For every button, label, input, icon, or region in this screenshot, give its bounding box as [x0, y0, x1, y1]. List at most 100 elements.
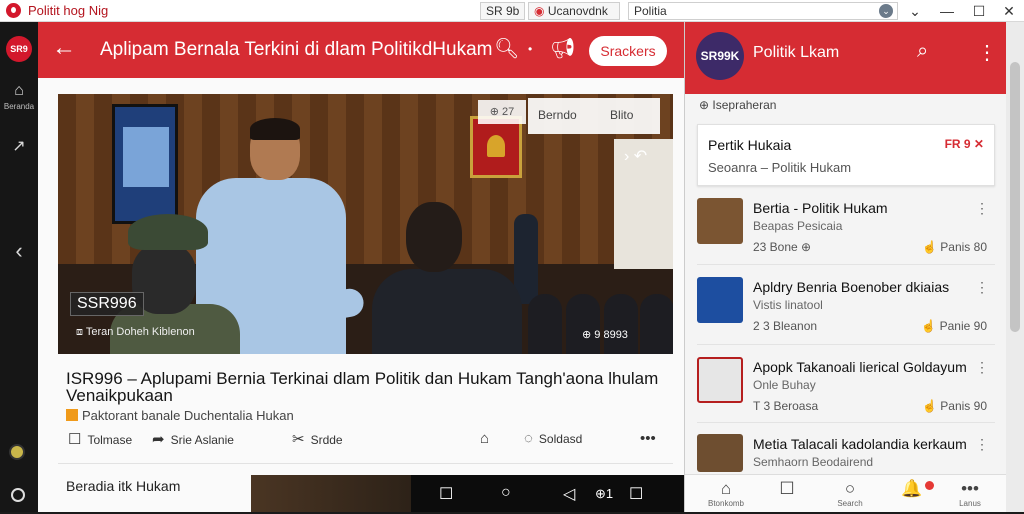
item-thumbnail — [697, 277, 743, 323]
main-content: ⊕ 27 Berndo Blito › ↶ SSR996 ⧈ Teran Doh… — [38, 78, 684, 512]
notification-badge — [925, 481, 934, 490]
video-overlay-menu[interactable]: Berndo Blito — [528, 98, 660, 134]
list-divider — [697, 344, 995, 345]
back-arrow-icon[interactable]: ← — [52, 34, 76, 62]
circle-icon[interactable] — [11, 488, 25, 502]
right-panel: SR99K Politik Lkam ⌕ ⋮ ⊕ Isepraheran Per… — [684, 22, 1007, 512]
comment-button[interactable]: ◌ Soldasd — [524, 430, 582, 447]
item-source: Semhaorn Beodairend — [753, 455, 874, 469]
video-caption: ⧈ Teran Doheh Kiblenon — [76, 326, 195, 339]
left-rail: SR9 ⌂ Beranda ↗ ‹ — [0, 22, 38, 512]
overlay-option-b[interactable]: Blito — [610, 108, 633, 122]
list-divider — [697, 422, 995, 423]
nav-more-button[interactable]: ••• Lanus — [945, 479, 995, 508]
extension-icon[interactable]: ⌄ — [879, 4, 893, 18]
clip-button[interactable]: ✂ Srdde — [292, 430, 343, 448]
item-menu-icon[interactable]: ⋮ — [975, 359, 989, 376]
more-icon: ••• — [640, 430, 656, 447]
crowd-person — [566, 294, 600, 354]
item-source: Onle Buhay — [753, 378, 816, 392]
video-meta: Paktorant banale Duchentalia Hukan — [66, 408, 294, 423]
card-subtitle: Seoanra – Politik Hukam — [708, 160, 852, 175]
square-icon: ☐ — [779, 479, 795, 498]
nav-search-button[interactable]: ○ Search — [825, 479, 875, 508]
subscribe-button[interactable]: Srackers — [589, 36, 667, 66]
item-menu-icon[interactable]: ⋮ — [975, 200, 989, 217]
more-button[interactable]: ••• — [640, 430, 662, 447]
maximize-button[interactable]: ☐ — [966, 1, 992, 21]
right-title: Politik Lkam — [753, 44, 840, 61]
window-title: Politit hog Nig — [28, 3, 109, 18]
clip-icon: ✂ — [292, 431, 305, 448]
dropdown-icon[interactable]: ⌄ — [902, 1, 928, 21]
comment-icon: ◌ — [524, 430, 533, 447]
list-item[interactable]: Apopk Takanoali lierical Goldayum Onle B… — [685, 357, 1007, 437]
card-badge[interactable]: FR 9 ✕ — [945, 137, 984, 151]
share-button[interactable]: ➦ Srie Aslanie — [152, 430, 234, 448]
item-menu-icon[interactable]: ⋮ — [975, 279, 989, 296]
megaphone-icon[interactable]: 📢︎ — [550, 36, 575, 61]
dot-icon: • — [528, 42, 533, 56]
item-likes[interactable]: ☝ Panis 90 — [922, 399, 987, 413]
close-button[interactable]: ✕ — [996, 1, 1022, 21]
brand-logo[interactable]: SR9 — [6, 36, 32, 62]
item-title: Metia Talacali kadolandia kerkaum — [753, 436, 967, 452]
right-bottom-nav: ⌂ Btonkomb ☐ ○ Search 🔔 ••• Lanus — [685, 474, 1007, 512]
nav-back-icon[interactable]: ◁ — [563, 484, 575, 504]
save-button[interactable]: ☐ Tolmase — [68, 430, 132, 448]
back-icon[interactable]: ‹ — [7, 238, 31, 264]
officer-hair — [250, 118, 300, 140]
listener-suit — [372, 269, 522, 354]
item-likes[interactable]: ☝ Panie 90 — [921, 319, 987, 333]
recent-apps-icon[interactable]: ☐ — [439, 484, 453, 504]
list-divider — [697, 264, 995, 265]
nav-home-button[interactable]: ⌂ Btonkomb — [701, 479, 751, 508]
item-likes[interactable]: ☝ Panis 80 — [922, 240, 987, 254]
crowd-person — [528, 294, 562, 354]
item-menu-icon[interactable]: ⋮ — [975, 436, 989, 453]
tag-icon — [66, 409, 78, 421]
address-bar[interactable]: Politia ⌄ — [628, 2, 898, 20]
search-icon[interactable]: 🔍︎ — [494, 36, 519, 61]
window-titlebar: Politit hog Nig SR 9b ◉ Ucanovdnk Politi… — [0, 0, 1024, 22]
next-arrow-icon[interactable]: › ↶ — [624, 146, 647, 166]
nav-more-label: Lanus — [959, 499, 981, 508]
scrollbar[interactable] — [1006, 22, 1024, 512]
divider — [58, 463, 673, 464]
video-player[interactable]: ⊕ 27 Berndo Blito › ↶ SSR996 ⧈ Teran Doh… — [58, 94, 673, 354]
nav-search-label: Search — [837, 499, 863, 508]
search-icon[interactable]: ⌕ — [917, 40, 928, 63]
share-icon[interactable]: ↗ — [7, 136, 31, 156]
video-meta-text: Paktorant banale Duchentalia Hukan — [82, 408, 294, 423]
item-title: Bertia - Politik Hukam — [753, 200, 888, 216]
home-button[interactable]: ⌂ — [480, 430, 495, 447]
tab-sr9b[interactable]: SR 9b — [480, 2, 526, 20]
channel-watermark: SSR996 — [70, 292, 144, 316]
list-item[interactable]: Bertia - Politik Hukam Beapas Pesicaia 2… — [685, 198, 1007, 278]
timestamp-text: 9 8993 — [594, 329, 628, 341]
nav-counter[interactable]: ⊕1 — [595, 486, 613, 502]
home-circle-icon[interactable]: ○ — [501, 484, 511, 502]
home-icon[interactable]: ⌂ — [7, 82, 31, 100]
caption-text: Teran Doheh Kiblenon — [85, 326, 195, 338]
item-time: 23 Bone ⊕ — [753, 240, 812, 254]
minimize-button[interactable]: — — [934, 1, 960, 21]
more-icon: ••• — [961, 479, 979, 498]
scrollbar-thumb[interactable] — [1010, 62, 1020, 332]
channel-avatar[interactable]: SR99K — [696, 32, 744, 80]
kebab-menu-icon[interactable]: ⋮ — [977, 40, 997, 65]
main-header: ← Aplipam Bernala Terkini di dlam Politi… — [38, 22, 684, 78]
tab-ucanovdnk[interactable]: ◉ Ucanovdnk — [528, 2, 620, 20]
list-item[interactable]: Apldry Benria Boenober dkiaias Vistis li… — [685, 277, 1007, 357]
overlay-option-a[interactable]: Berndo — [538, 108, 577, 122]
nav-square-button[interactable]: ☐ — [762, 479, 812, 499]
item-source: Vistis linatool — [753, 298, 823, 312]
view-count-chip[interactable]: ⊕ 27 — [478, 100, 526, 124]
crowd-person — [604, 294, 638, 354]
item-time: T 3 Beroasa — [753, 399, 819, 413]
item-thumbnail — [697, 198, 743, 244]
featured-card[interactable]: Pertik Hukaia Seoanra – Politik Hukam FR… — [697, 124, 995, 186]
nav-square-icon[interactable]: ☐ — [629, 484, 643, 504]
app-logo-icon — [6, 3, 21, 18]
item-thumbnail — [697, 434, 743, 472]
